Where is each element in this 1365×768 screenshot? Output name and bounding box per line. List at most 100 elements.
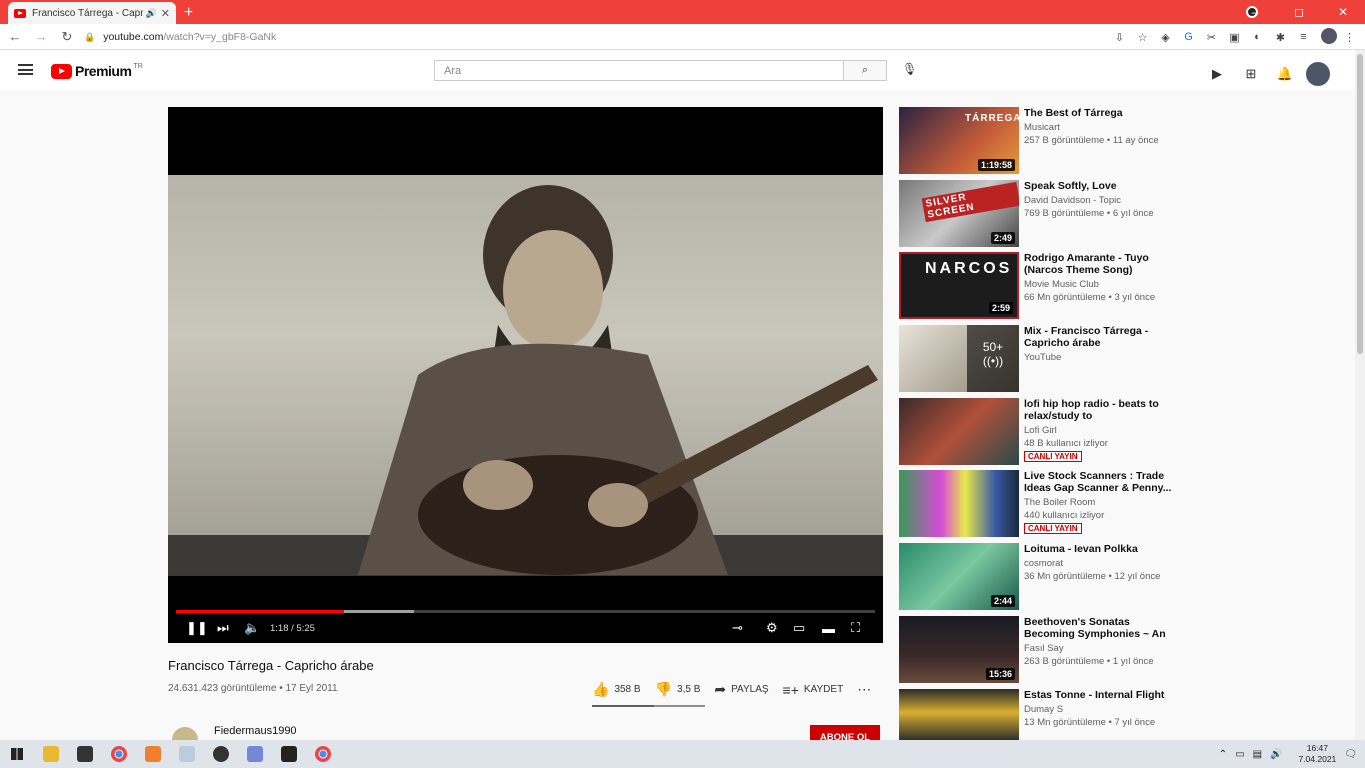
video-player[interactable]: ❚❚ ⏭ 🔈 1:18 / 5:25 ⊸ ⚙ ▭ ▬ ⛶: [168, 107, 883, 643]
new-tab-button[interactable]: +: [184, 2, 193, 24]
account-avatar[interactable]: [1306, 62, 1330, 86]
recommendation-title[interactable]: Beethoven's Sonatas Becoming Symphonies …: [1024, 616, 1174, 640]
dislike-count: 3,5 B: [677, 684, 701, 695]
like-button[interactable]: 👍 358 B: [592, 681, 641, 698]
save-button[interactable]: ≡+ KAYDET: [783, 682, 844, 698]
extension-icon[interactable]: ◈: [1154, 31, 1177, 44]
video-thumbnail[interactable]: [899, 397, 1019, 465]
recommendation-item[interactable]: SILVER SCREEN 2:49 Speak Softly, Love Da…: [899, 179, 1179, 253]
maximize-button[interactable]: ◻: [1277, 5, 1321, 19]
install-icon[interactable]: ⇩: [1108, 31, 1131, 44]
recommendation-meta: 769 B görüntüleme • 6 yıl önce: [1024, 207, 1154, 219]
video-thumbnail[interactable]: 15:36: [899, 615, 1019, 683]
pause-icon[interactable]: ❚❚: [186, 620, 208, 636]
network-icon[interactable]: ▤: [1253, 749, 1262, 760]
media-player-icon[interactable]: [204, 740, 238, 768]
audio-playing-icon[interactable]: 🔊: [146, 8, 157, 19]
video-thumbnail[interactable]: [899, 470, 1019, 538]
recommendation-title[interactable]: Mix - Francisco Tárrega - Capricho árabe: [1024, 325, 1174, 349]
recommendation-title[interactable]: lofi hip hop radio - beats to relax/stud…: [1024, 398, 1174, 422]
microphone-icon[interactable]: 🎙: [902, 62, 917, 76]
progress-bar[interactable]: [176, 610, 875, 613]
next-icon[interactable]: ⏭: [217, 620, 229, 636]
video-thumbnail[interactable]: 50+ ((•)): [899, 325, 1019, 393]
recommendation-title[interactable]: The Best of Tárrega: [1024, 107, 1174, 119]
mail-icon[interactable]: [170, 740, 204, 768]
duration-badge: 2:44: [990, 595, 1015, 608]
battery-icon[interactable]: ▭: [1235, 749, 1244, 760]
extension-icon[interactable]: ◐: [1246, 31, 1269, 43]
chevron-up-icon[interactable]: ⌃: [1219, 749, 1227, 760]
recommendation-item[interactable]: lofi hip hop radio - beats to relax/stud…: [899, 397, 1179, 471]
recommendation-item[interactable]: Live Stock Scanners : Trade Ideas Gap Sc…: [899, 470, 1179, 543]
recommendation-title[interactable]: Speak Softly, Love: [1024, 180, 1174, 192]
back-icon[interactable]: ←: [4, 29, 26, 44]
chrome-icon[interactable]: [102, 740, 136, 768]
extension-icon[interactable]: ✂: [1200, 31, 1223, 44]
video-thumbnail[interactable]: NARCOS 2:59: [899, 252, 1019, 320]
search-input[interactable]: Ara: [434, 60, 844, 81]
recommendation-item[interactable]: 2:44 Loituma - Ievan Polkka cosmorat 36 …: [899, 543, 1179, 616]
volume-icon[interactable]: 🔈: [244, 620, 260, 636]
share-button[interactable]: ➦ PAYLAŞ: [714, 681, 768, 698]
browser-tab[interactable]: Francisco Tárrega - Capricho 🔊 ✕: [8, 2, 176, 24]
windows-start-icon[interactable]: [0, 740, 34, 768]
youtube-logo[interactable]: Premium TR: [51, 63, 143, 79]
recommendation-title[interactable]: Live Stock Scanners : Trade Ideas Gap Sc…: [1024, 470, 1174, 494]
duration-badge: 1:19:58: [977, 159, 1015, 171]
miniplayer-icon[interactable]: ▭: [793, 620, 805, 636]
extension-icon[interactable]: ▣: [1223, 31, 1246, 44]
recommendation-item[interactable]: 15:36 Beethoven's Sonatas Becoming Symph…: [899, 615, 1179, 689]
logo-text: Premium: [75, 63, 132, 79]
address-bar[interactable]: 🔒 youtube.com/watch?v=y_gbF8-GaNk: [76, 27, 1106, 47]
tab-title: Francisco Tárrega - Capricho: [32, 7, 143, 19]
recommendation-title[interactable]: Estas Tonne - Internal Flight: [1024, 689, 1174, 701]
file-explorer-icon[interactable]: [34, 740, 68, 768]
reload-icon[interactable]: ↻: [56, 29, 78, 45]
video-thumbnail[interactable]: SILVER SCREEN 2:49: [899, 179, 1019, 247]
chrome-icon[interactable]: [306, 740, 340, 768]
sublime-text-icon[interactable]: [136, 740, 170, 768]
translate-icon[interactable]: G: [1177, 31, 1200, 43]
recommendation-item[interactable]: 50+ ((•)) Mix - Francisco Tárrega - Capri…: [899, 325, 1179, 398]
puzzle-icon[interactable]: ✱: [1269, 31, 1292, 44]
dislike-button[interactable]: 👎 3,5 B: [655, 681, 701, 698]
recommendation-item[interactable]: NARCOS 2:59 Rodrigo Amarante - Tuyo (Nar…: [899, 252, 1179, 325]
recommendation-channel: cosmorat: [1024, 558, 1064, 570]
page-scrollbar[interactable]: [1355, 50, 1365, 740]
theater-mode-icon[interactable]: ▬: [822, 621, 835, 636]
scrollbar-thumb[interactable]: [1357, 54, 1363, 354]
duration-badge: 2:49: [990, 231, 1015, 244]
fullscreen-icon[interactable]: ⛶: [851, 620, 860, 636]
bookmark-star-icon[interactable]: ☆: [1131, 31, 1154, 44]
hamburger-menu-icon[interactable]: [18, 64, 33, 75]
more-actions-button[interactable]: ⋯: [857, 681, 876, 698]
notifications-bell-icon[interactable]: 🔔: [1268, 66, 1302, 82]
volume-tray-icon[interactable]: 🔊: [1270, 749, 1282, 760]
lock-icon[interactable]: 🔒: [84, 32, 95, 43]
menu-dots-icon[interactable]: ⋮: [1338, 31, 1361, 44]
video-thumbnail[interactable]: 2:44: [899, 543, 1019, 611]
close-tab-icon[interactable]: ✕: [161, 7, 170, 20]
recommendation-title[interactable]: Rodrigo Amarante - Tuyo (Narcos Theme So…: [1024, 252, 1174, 276]
forward-icon[interactable]: →: [30, 29, 52, 44]
close-window-button[interactable]: ✕: [1321, 5, 1365, 19]
autoplay-toggle-icon[interactable]: ⊸: [732, 620, 743, 636]
video-thumbnail[interactable]: TÁRREGA 1:19:58: [899, 107, 1019, 174]
create-video-icon[interactable]: ▶: [1200, 66, 1234, 82]
apps-grid-icon[interactable]: ⊞: [1234, 66, 1268, 82]
recommendation-item[interactable]: TÁRREGA 1:19:58 The Best of Tárrega Musi…: [899, 107, 1179, 180]
profile-avatar[interactable]: [1315, 27, 1338, 47]
terminal-icon[interactable]: [272, 740, 306, 768]
minimize-button[interactable]: –: [1233, 5, 1277, 19]
recommendation-title[interactable]: Loituma - Ievan Polkka: [1024, 543, 1174, 555]
clock[interactable]: 16:47 7.04.2021: [1290, 743, 1336, 765]
notifications-icon[interactable]: 🗨: [1344, 749, 1357, 760]
discord-icon[interactable]: [238, 740, 272, 768]
terminal-icon[interactable]: [68, 740, 102, 768]
video-thumbnail[interactable]: [899, 688, 1019, 741]
media-control-icon[interactable]: ≡: [1292, 31, 1315, 43]
search-button[interactable]: ⌕: [843, 60, 887, 81]
channel-name[interactable]: Fiedermaus1990: [214, 725, 297, 737]
settings-gear-icon[interactable]: ⚙: [766, 620, 778, 636]
